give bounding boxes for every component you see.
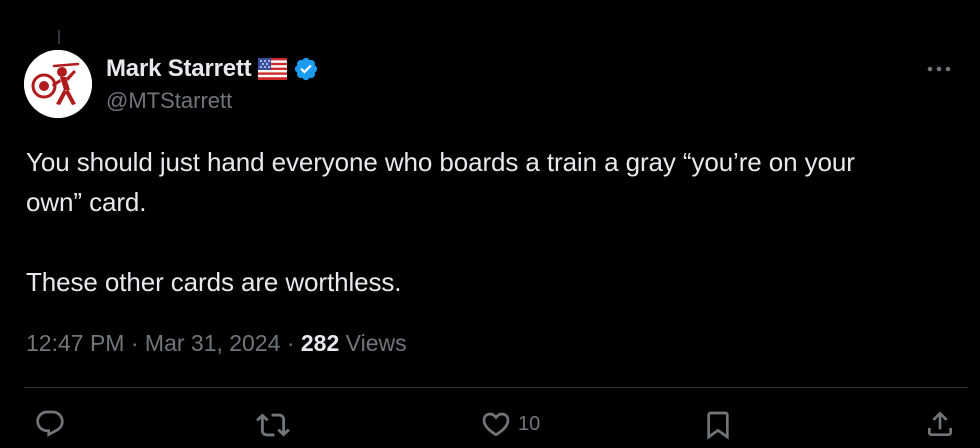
thread-connector-line <box>58 30 60 44</box>
reply-button[interactable] <box>34 408 66 440</box>
tweet-actions-bar: 10 <box>0 408 980 448</box>
heart-icon <box>482 412 510 437</box>
more-options-icon <box>927 66 951 72</box>
author-display-name[interactable]: Mark Starrett <box>106 55 252 83</box>
meta-separator: · <box>124 330 145 356</box>
spartan-warrior-logo-icon <box>24 50 92 118</box>
tweet-text-line <box>26 222 966 262</box>
meta-separator: · <box>280 330 301 356</box>
tweet-text-line: You should just hand everyone who boards… <box>26 147 855 177</box>
tweet-text-line: These other cards are worthless. <box>26 267 402 297</box>
views-count: 282 <box>300 330 340 356</box>
tweet-date[interactable]: Mar 31, 2024 <box>145 330 281 357</box>
retweet-icon <box>256 413 290 437</box>
author-handle[interactable]: @MTStarrett <box>106 88 232 114</box>
retweet-button[interactable] <box>256 408 290 442</box>
divider <box>24 387 968 388</box>
bookmark-icon <box>707 411 729 440</box>
bookmark-button[interactable] <box>702 408 734 442</box>
share-button[interactable] <box>924 408 956 440</box>
reply-icon <box>36 410 64 437</box>
like-button[interactable]: 10 <box>480 408 540 440</box>
avatar[interactable] <box>24 50 92 118</box>
share-icon <box>928 411 952 436</box>
tweet-text: You should just hand everyone who boards… <box>26 142 966 302</box>
verified-badge-icon[interactable] <box>293 56 319 82</box>
tweet-header: Mark Starrett @MTStarrett <box>24 50 956 120</box>
author-name-row: Mark Starrett <box>106 54 319 84</box>
views-label: Views <box>339 330 407 356</box>
us-flag-icon <box>258 58 288 80</box>
tweet-time[interactable]: 12:47 PM <box>26 330 124 357</box>
more-options-button[interactable] <box>922 56 956 82</box>
tweet-meta: 12:47 PM · Mar 31, 2024 · 282 Views <box>26 330 407 357</box>
like-count: 10 <box>518 412 541 435</box>
tweet-text-line: own” card. <box>26 187 147 217</box>
